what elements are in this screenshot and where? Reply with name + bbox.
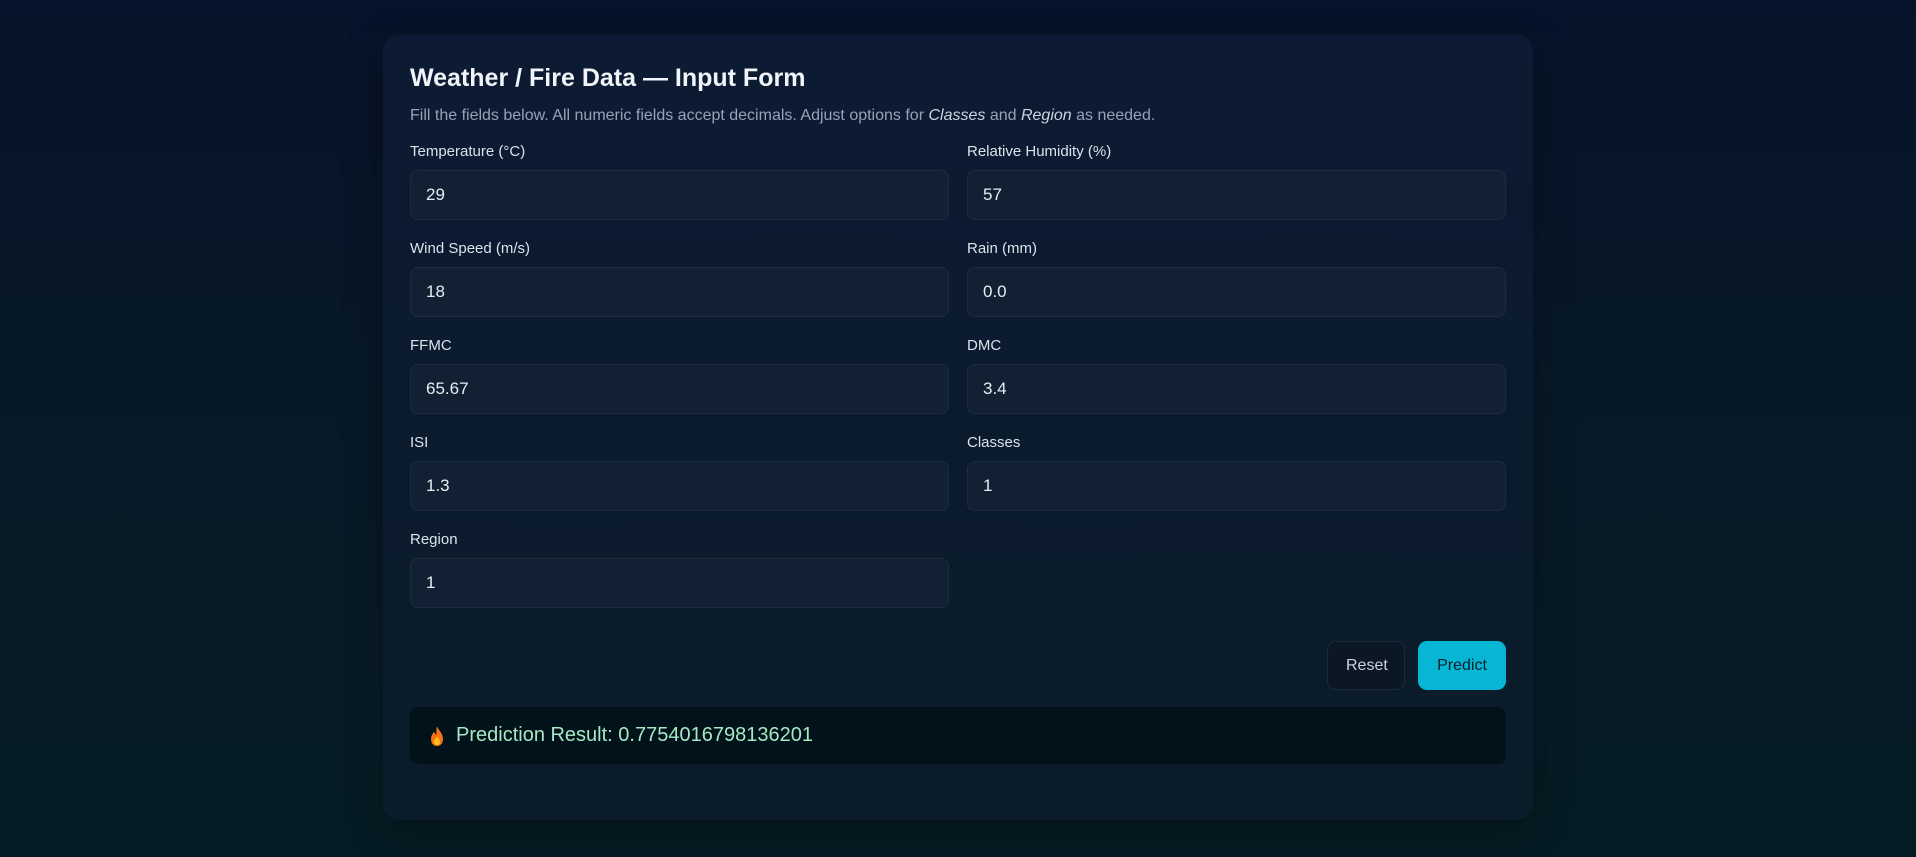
humidity-input[interactable] — [967, 170, 1506, 220]
ffmc-field: FFMC — [410, 337, 949, 414]
rain-label: Rain (mm) — [967, 240, 1037, 257]
temperature-label: Temperature (°C) — [410, 143, 526, 160]
temperature-field: Temperature (°C) — [410, 143, 949, 220]
classes-input[interactable] — [967, 461, 1506, 511]
subtitle-region: Region — [1020, 107, 1072, 124]
form-subtitle: Fill the fields below. All numeric field… — [410, 107, 1506, 125]
isi-field: ISI — [410, 434, 949, 511]
reset-button[interactable]: Reset — [1327, 641, 1405, 690]
form-actions: Reset Predict — [410, 641, 1506, 690]
ffmc-input[interactable] — [410, 364, 949, 414]
fire-icon — [428, 725, 446, 747]
subtitle-prefix: Fill the fields below. All numeric field… — [410, 107, 929, 124]
isi-input[interactable] — [410, 461, 949, 511]
predict-button[interactable]: Predict — [1418, 641, 1506, 690]
input-form-card: Weather / Fire Data — Input Form Fill th… — [383, 35, 1533, 820]
isi-label: ISI — [410, 434, 429, 451]
region-input[interactable] — [410, 558, 949, 608]
prediction-result: Prediction Result: 0.7754016798136201 — [410, 707, 1506, 764]
dmc-label: DMC — [967, 337, 1002, 354]
ffmc-label: FFMC — [410, 337, 452, 354]
subtitle-mid: and — [985, 107, 1021, 124]
subtitle-suffix: as needed. — [1071, 107, 1156, 124]
temperature-input[interactable] — [410, 170, 949, 220]
prediction-result-text: Prediction Result: 0.7754016798136201 — [456, 724, 813, 746]
wind-speed-input[interactable] — [410, 267, 949, 317]
humidity-field: Relative Humidity (%) — [967, 143, 1506, 220]
classes-label: Classes — [967, 434, 1021, 451]
rain-input[interactable] — [967, 267, 1506, 317]
subtitle-classes: Classes — [928, 107, 986, 124]
form-title: Weather / Fire Data — Input Form — [410, 64, 806, 92]
dmc-input[interactable] — [967, 364, 1506, 414]
classes-field: Classes — [967, 434, 1506, 511]
wind-speed-field: Wind Speed (m/s) — [410, 240, 949, 317]
fields-grid: Temperature (°C) Relative Humidity (%) W… — [410, 143, 1506, 608]
humidity-label: Relative Humidity (%) — [967, 143, 1112, 160]
region-field: Region — [410, 531, 949, 608]
region-label: Region — [410, 531, 458, 548]
rain-field: Rain (mm) — [967, 240, 1506, 317]
wind-speed-label: Wind Speed (m/s) — [410, 240, 531, 257]
dmc-field: DMC — [967, 337, 1506, 414]
